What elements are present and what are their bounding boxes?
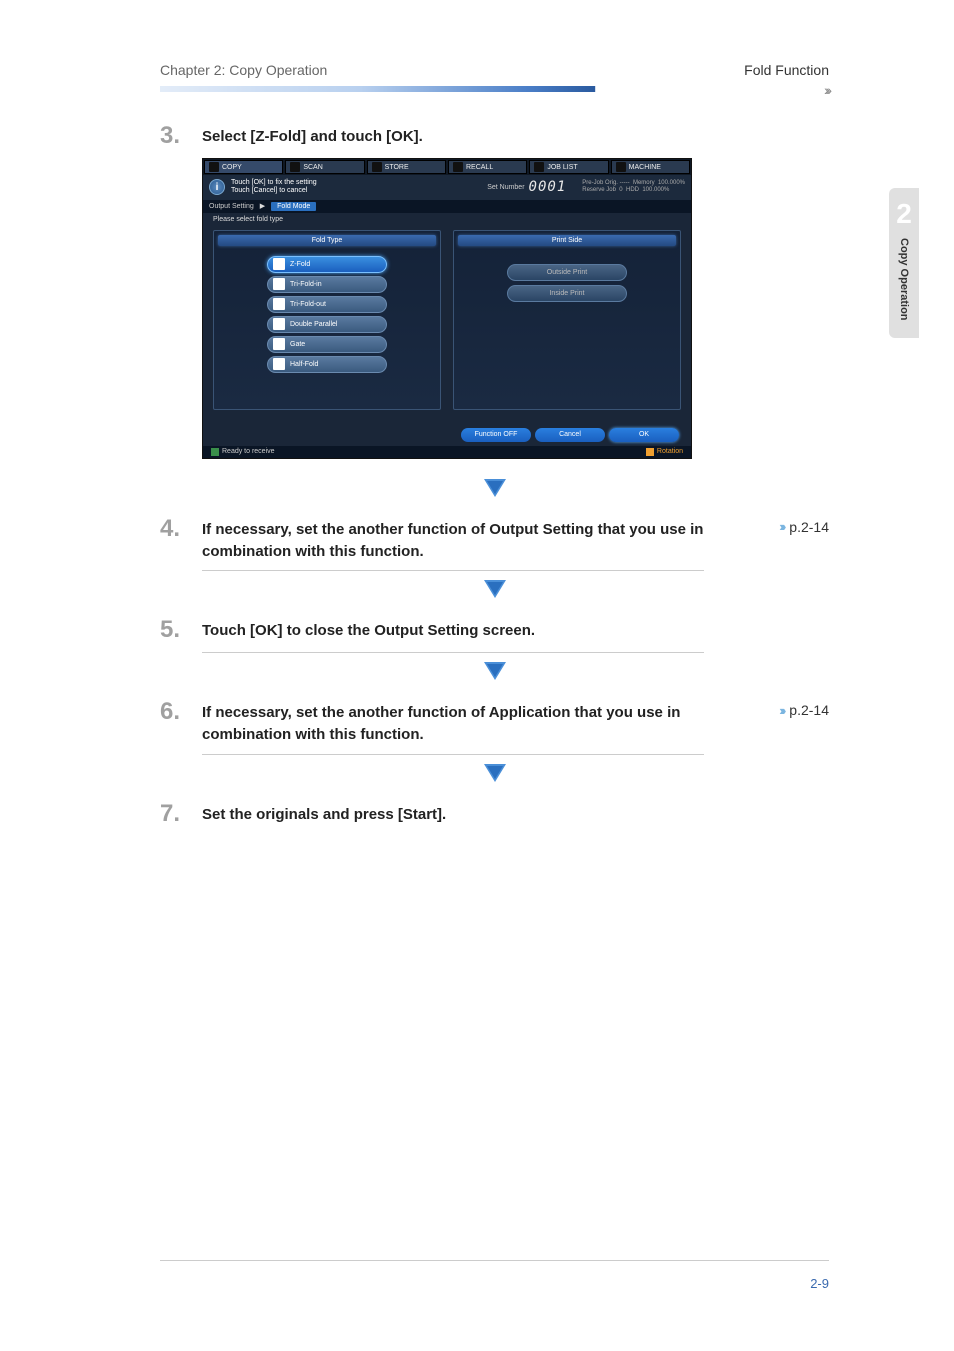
chevron-ref-icon: ››› xyxy=(779,703,783,718)
side-chapter-number: 2 xyxy=(896,198,912,230)
fold-type-panel: Fold Type Z-Fold Tri-Fold-in Tri-Fold-ou… xyxy=(213,230,441,410)
down-arrow-icon xyxy=(484,764,506,787)
step-separator xyxy=(160,469,829,507)
recall-icon xyxy=(453,162,463,172)
bottom-buttons: Function OFF Cancel OK xyxy=(203,424,691,446)
step-5: 5. Touch [OK] to close the Output Settin… xyxy=(160,616,829,644)
joblist-icon xyxy=(534,162,544,172)
tab-store[interactable]: STORE xyxy=(367,160,446,174)
side-chapter-label: Copy Operation xyxy=(898,238,910,321)
side-chapter-tab: 2 Copy Operation xyxy=(889,188,919,338)
step-number: 6. xyxy=(160,698,184,726)
tab-scan[interactable]: SCAN xyxy=(285,160,364,174)
status-bar: Ready to receive Rotation xyxy=(203,446,691,458)
tri-fold-in-icon xyxy=(273,278,285,290)
page-header: Chapter 2: Copy Operation Fold Function xyxy=(0,0,954,86)
main-content: 3. Select [Z-Fold] and touch [OK]. COPY … xyxy=(0,92,954,828)
cancel-button[interactable]: Cancel xyxy=(535,428,605,442)
ready-status: Ready to receive xyxy=(211,448,275,456)
step-4: 4. If necessary, set the another functio… xyxy=(160,515,829,563)
breadcrumb-fold-mode[interactable]: Fold Mode xyxy=(271,202,316,211)
breadcrumb-output-setting[interactable]: Output Setting xyxy=(209,203,254,210)
screenshot-container: COPY SCAN STORE RECALL JOB LIST MACHINE … xyxy=(202,158,829,459)
copy-icon xyxy=(209,162,219,172)
subheader: Please select fold type xyxy=(203,213,691,226)
info-icon: i xyxy=(209,179,225,195)
page-number: 2-9 xyxy=(810,1276,829,1291)
page-reference-link[interactable]: ››› p.2-14 xyxy=(779,698,829,718)
z-fold-button[interactable]: Z-Fold xyxy=(267,256,387,273)
tab-joblist[interactable]: JOB LIST xyxy=(529,160,608,174)
step-number: 3. xyxy=(160,122,184,150)
set-number: Set Number 0001 xyxy=(487,179,566,195)
step-number: 7. xyxy=(160,800,184,828)
step-3: 3. Select [Z-Fold] and touch [OK]. xyxy=(160,122,829,150)
tab-copy[interactable]: COPY xyxy=(204,160,283,174)
print-side-panel: Print Side Outside Print Inside Print xyxy=(453,230,681,410)
machine-icon xyxy=(616,162,626,172)
step-text: Touch [OK] to close the Output Setting s… xyxy=(202,616,829,642)
step-separator xyxy=(160,754,829,792)
device-screenshot: COPY SCAN STORE RECALL JOB LIST MACHINE … xyxy=(202,158,692,459)
chevron-ref-icon: ››› xyxy=(779,519,783,534)
chevron-right-icon: ▶ xyxy=(260,202,265,210)
tri-fold-out-button[interactable]: Tri-Fold-out xyxy=(267,296,387,313)
fold-type-header: Fold Type xyxy=(218,235,436,246)
z-fold-icon xyxy=(273,258,285,270)
rotation-status: Rotation xyxy=(646,448,683,456)
set-number-value: 0001 xyxy=(529,179,567,195)
tri-fold-out-icon xyxy=(273,298,285,310)
step-number: 5. xyxy=(160,616,184,644)
status-block: Pre-Job Orig. ----- Memory 100.000% Rese… xyxy=(582,180,685,196)
panel-area: Fold Type Z-Fold Tri-Fold-in Tri-Fold-ou… xyxy=(203,226,691,424)
half-fold-button[interactable]: Half-Fold xyxy=(267,356,387,373)
double-parallel-icon xyxy=(273,318,285,330)
step-number: 4. xyxy=(160,515,184,543)
info-message: Touch [OK] to fix the setting Touch [Can… xyxy=(231,179,317,196)
info-bar: i Touch [OK] to fix the setting Touch [C… xyxy=(203,175,691,200)
step-separator xyxy=(160,570,829,608)
footer-divider xyxy=(160,1260,829,1261)
header-divider: ››› xyxy=(160,86,829,92)
scan-icon xyxy=(290,162,300,172)
down-arrow-icon xyxy=(484,580,506,603)
section-title: Fold Function xyxy=(744,62,829,78)
outside-print-button[interactable]: Outside Print xyxy=(507,264,627,281)
inside-print-button[interactable]: Inside Print xyxy=(507,285,627,302)
rotation-icon xyxy=(646,448,654,456)
tri-fold-in-button[interactable]: Tri-Fold-in xyxy=(267,276,387,293)
store-icon xyxy=(372,162,382,172)
function-off-button[interactable]: Function OFF xyxy=(461,428,531,442)
step-text: If necessary, set the another function o… xyxy=(202,515,761,563)
breadcrumb: Output Setting ▶ Fold Mode xyxy=(203,200,691,213)
fold-button-list: Z-Fold Tri-Fold-in Tri-Fold-out Double P… xyxy=(218,256,436,373)
step-6: 6. If necessary, set the another functio… xyxy=(160,698,829,746)
step-text: Select [Z-Fold] and touch [OK]. xyxy=(202,122,829,148)
gate-icon xyxy=(273,338,285,350)
down-arrow-icon xyxy=(484,479,506,502)
chevron-decoration-icon: ››› xyxy=(824,82,829,98)
step-text: If necessary, set the another function o… xyxy=(202,698,761,746)
tab-recall[interactable]: RECALL xyxy=(448,160,527,174)
gate-button[interactable]: Gate xyxy=(267,336,387,353)
device-tabbar: COPY SCAN STORE RECALL JOB LIST MACHINE xyxy=(203,159,691,175)
ready-icon xyxy=(211,448,219,456)
double-parallel-button[interactable]: Double Parallel xyxy=(267,316,387,333)
print-button-list: Outside Print Inside Print xyxy=(458,264,676,302)
ok-button[interactable]: OK xyxy=(609,428,679,442)
down-arrow-icon xyxy=(484,662,506,685)
step-7: 7. Set the originals and press [Start]. xyxy=(160,800,829,828)
chapter-title: Chapter 2: Copy Operation xyxy=(160,62,327,78)
half-fold-icon xyxy=(273,358,285,370)
page-reference-link[interactable]: ››› p.2-14 xyxy=(779,515,829,535)
print-side-header: Print Side xyxy=(458,235,676,246)
step-separator xyxy=(160,652,829,690)
tab-machine[interactable]: MACHINE xyxy=(611,160,690,174)
step-text: Set the originals and press [Start]. xyxy=(202,800,829,826)
